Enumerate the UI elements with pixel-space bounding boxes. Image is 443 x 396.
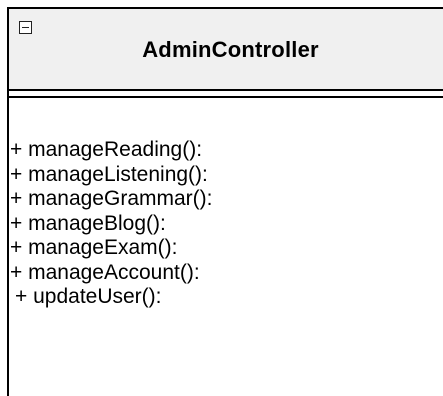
operation-manage-exam: + manageExam(): (10, 236, 178, 259)
operation-manage-account: + manageAccount(): (10, 260, 200, 284)
operations-compartment: + manageReading(): + manageListening(): … (9, 138, 212, 310)
attributes-divider (9, 96, 443, 98)
uml-class-box[interactable]: AdminController + manageReading(): + man… (7, 7, 443, 396)
diagram-canvas: AdminController + manageReading(): + man… (0, 0, 443, 396)
operation-manage-blog: + manageBlog(): (10, 211, 166, 235)
operation-update-user: + updateUser(): (15, 285, 162, 308)
operation-manage-listening: + manageListening(): (10, 162, 208, 186)
class-name: AdminController (142, 37, 319, 62)
collapse-icon[interactable] (19, 21, 32, 34)
operation-manage-reading: + manageReading(): (10, 138, 203, 161)
class-header: AdminController (9, 9, 443, 89)
operation-manage-grammar: + manageGrammar(): (10, 187, 213, 210)
